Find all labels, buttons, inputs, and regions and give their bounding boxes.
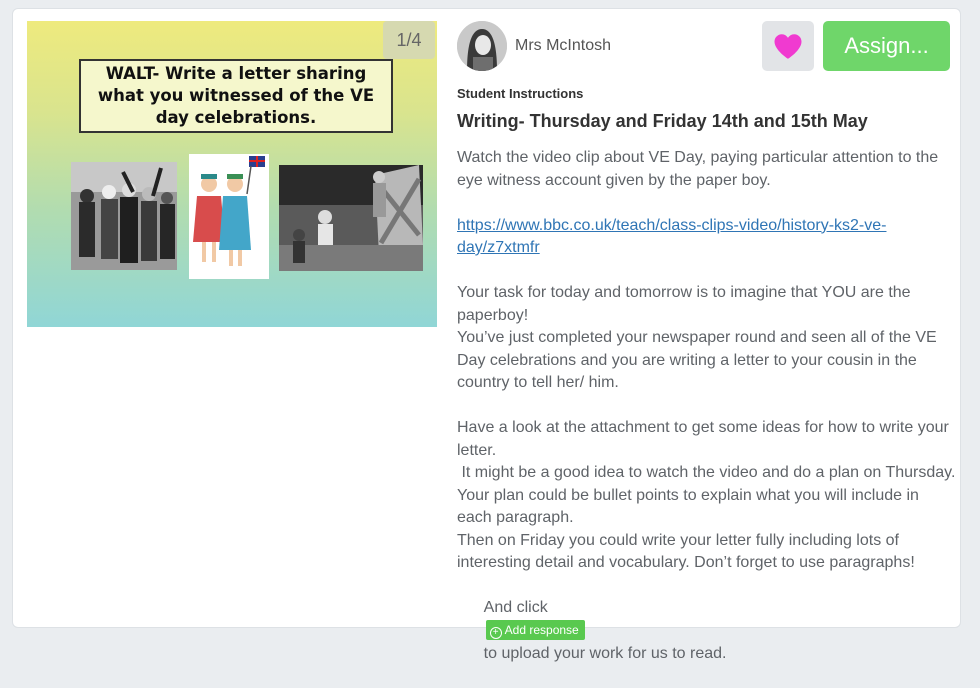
heart-icon <box>774 33 802 59</box>
celebration-photo <box>71 162 177 270</box>
walt-box: WALT- Write a letter sharing what you wi… <box>79 59 393 133</box>
like-button[interactable] <box>762 21 814 71</box>
teacher-name: Mrs McIntosh <box>515 37 612 54</box>
teacher-avatar <box>457 21 507 71</box>
post-title: Writing- Thursday and Friday 14th and 15… <box>457 111 868 131</box>
instructions-paragraph: Your task for today and tomorrow is to i… <box>457 284 937 391</box>
plus-circle-icon: + <box>489 626 502 639</box>
assign-button[interactable]: Assign... <box>823 21 950 71</box>
post-card: 1/4 WALT- Write a letter sharing what yo… <box>12 8 961 662</box>
slide-counter: 1/4 <box>383 21 435 59</box>
add-response-label: Add response <box>504 622 579 637</box>
student-instructions-label: Student Instructions <box>457 86 584 101</box>
cartoon-children-image <box>189 154 269 279</box>
street-children-photo <box>279 165 423 271</box>
bbc-video-link[interactable]: https://www.bbc.co.uk/teach/class-clips-… <box>457 217 886 257</box>
slide-preview[interactable]: 1/4 WALT- Write a letter sharing what yo… <box>27 21 437 327</box>
instructions-body: Watch the video clip about VE Day, payin… <box>457 147 957 688</box>
instructions-paragraph: Watch the video clip about VE Day, payin… <box>457 149 943 189</box>
add-response-button[interactable]: + Add response <box>485 619 585 640</box>
instructions-paragraph: Have a look at the attachment to get som… <box>457 419 956 571</box>
upload-text: to upload your work for us to read. <box>483 645 727 662</box>
